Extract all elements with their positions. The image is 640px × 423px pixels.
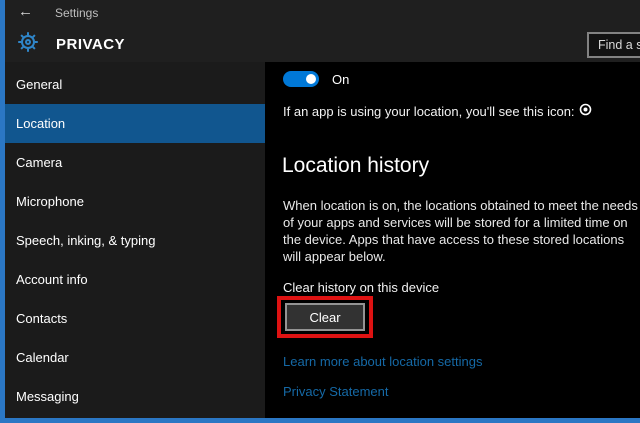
location-in-use-hint: If an app is using your location, you'll… — [283, 103, 592, 119]
privacy-statement-link[interactable]: Privacy Statement — [283, 384, 389, 399]
sidebar-item-calendar[interactable]: Calendar — [5, 338, 265, 377]
clear-history-label: Clear history on this device — [283, 280, 439, 295]
red-annotation-box: Clear — [277, 296, 373, 338]
location-history-heading: Location history — [282, 154, 429, 178]
toggle-state-label: On — [332, 72, 349, 87]
toggle-knob — [306, 74, 316, 84]
sidebar-item-location[interactable]: Location — [5, 104, 265, 143]
location-in-use-icon — [579, 103, 592, 119]
sidebar-item-messaging[interactable]: Messaging — [5, 377, 265, 416]
window-accent-border-left — [0, 0, 5, 423]
header: ← Settings PRIVACY — [5, 0, 640, 62]
sidebar-item-account-info[interactable]: Account info — [5, 260, 265, 299]
sidebar-item-speech-inking-typing[interactable]: Speech, inking, & typing — [5, 221, 265, 260]
location-toggle-row: On — [283, 71, 349, 87]
titlebar: ← Settings — [5, 0, 640, 26]
window-accent-border-bottom — [0, 418, 640, 423]
sidebar-item-contacts[interactable]: Contacts — [5, 299, 265, 338]
back-arrow-icon[interactable]: ← — [18, 3, 33, 20]
location-history-description: When location is on, the locations obtai… — [283, 197, 640, 265]
sidebar-item-camera[interactable]: Camera — [5, 143, 265, 182]
sidebar-item-microphone[interactable]: Microphone — [5, 182, 265, 221]
gear-icon — [17, 31, 39, 58]
learn-more-link[interactable]: Learn more about location settings — [283, 354, 482, 369]
page-title: PRIVACY — [56, 36, 125, 53]
location-toggle[interactable] — [283, 71, 319, 87]
settings-window: ← Settings PRIVACY — [0, 0, 640, 423]
clear-button[interactable]: Clear — [285, 303, 365, 331]
sidebar-item-general[interactable]: General — [5, 65, 265, 104]
search-input[interactable] — [587, 32, 640, 58]
location-settings-pane: On If an app is using your location, you… — [265, 62, 640, 418]
window-title: Settings — [55, 6, 98, 20]
sidebar: General Location Camera Microphone Speec… — [5, 62, 265, 418]
hint-text: If an app is using your location, you'll… — [283, 104, 575, 119]
